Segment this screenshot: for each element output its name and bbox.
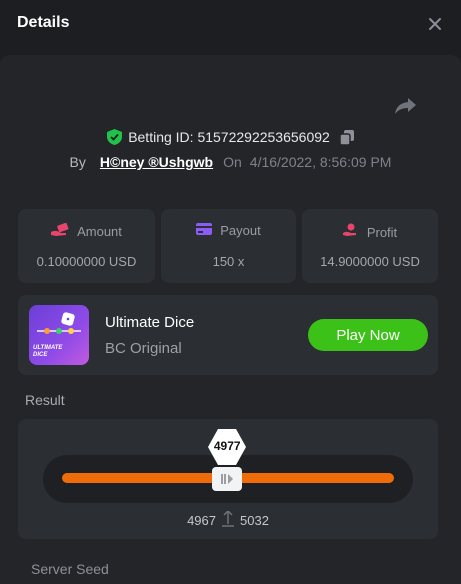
game-thumbnail[interactable]: ULTIMATE DICE	[29, 305, 89, 365]
share-icon[interactable]	[394, 96, 418, 116]
betting-id-row: Betting ID: 51572292253656092	[0, 128, 461, 146]
game-provider: BC Original	[105, 340, 182, 357]
profit-hand-icon	[342, 223, 359, 241]
money-hand-icon	[51, 222, 69, 240]
modal-header: Details	[0, 0, 461, 52]
payout-card: Payout 150 x	[161, 209, 296, 283]
server-seed-label: Server Seed	[31, 561, 109, 577]
result-range: 4967 5032	[18, 509, 438, 530]
by-label: By	[69, 154, 86, 170]
range-low: 4967	[187, 513, 216, 528]
username-link[interactable]: H©ney ®Ushgwb	[100, 154, 213, 170]
range-pointer-icon	[222, 509, 234, 530]
amount-label: Amount	[77, 224, 122, 239]
payout-label: Payout	[220, 223, 261, 238]
game-card: ULTIMATE DICE Ultimate Dice BC Original …	[18, 295, 438, 375]
copy-icon[interactable]	[339, 129, 354, 146]
result-value-badge: 4977	[208, 429, 247, 465]
bet-author-row: By H©ney ®Ushgwb On 4/16/2022, 8:56:09 P…	[0, 153, 461, 171]
close-icon[interactable]	[427, 16, 443, 32]
amount-value: 0.10000000 USD	[36, 254, 137, 269]
range-high: 5032	[240, 513, 269, 528]
amount-card: Amount 0.10000000 USD	[18, 209, 155, 283]
payout-value: 150 x	[212, 254, 245, 269]
result-label: Result	[25, 392, 65, 408]
profit-value: 14.9000000 USD	[320, 254, 420, 269]
profit-card: Profit 14.9000000 USD	[302, 209, 438, 283]
result-value: 4977	[213, 439, 241, 453]
card-icon	[196, 223, 213, 238]
result-slider-handle[interactable]	[212, 467, 243, 491]
modal-title: Details	[17, 14, 70, 31]
game-thumb-text: ULTIMATE DICE	[33, 345, 63, 358]
on-label: On	[223, 154, 242, 170]
bet-date: 4/16/2022, 8:56:09 PM	[249, 154, 392, 170]
shield-check-icon	[107, 129, 123, 145]
play-now-button[interactable]: Play Now	[308, 319, 428, 351]
profit-label: Profit	[366, 224, 398, 240]
game-name: Ultimate Dice	[105, 314, 195, 331]
betting-id: Betting ID: 51572292253656092	[128, 129, 330, 145]
result-panel: 4977 4967 5032	[18, 419, 438, 539]
